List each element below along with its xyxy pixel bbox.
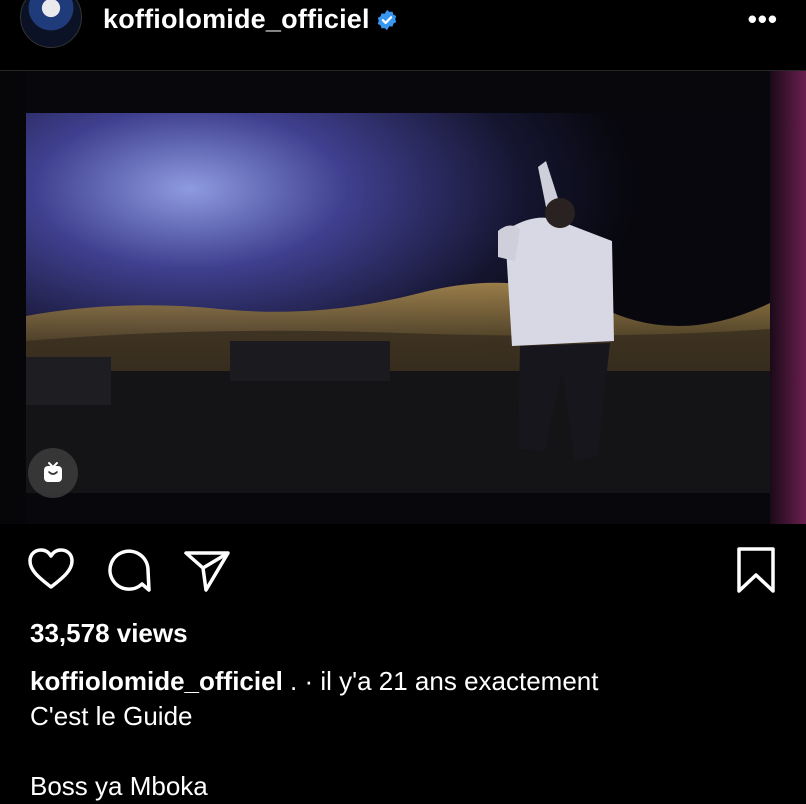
caption-first-line: koffiolomide_officiel . · il y'a 21 ans …: [30, 664, 598, 699]
send-icon: [184, 551, 230, 592]
post-actions: [0, 545, 806, 601]
post-caption: koffiolomide_officiel . · il y'a 21 ans …: [30, 664, 598, 804]
bookmark-icon: [737, 547, 775, 593]
caption-username[interactable]: koffiolomide_officiel: [30, 666, 283, 696]
caption-text: . · il y'a 21 ans exactement: [282, 666, 599, 696]
caption-line: [30, 734, 598, 769]
concert-video-frame: [0, 71, 806, 524]
reel-video[interactable]: [0, 71, 806, 524]
caption-line: C'est le Guide: [30, 701, 193, 731]
more-options-button[interactable]: •••: [748, 4, 778, 35]
view-count[interactable]: 33,578 views: [30, 618, 188, 649]
profile-avatar[interactable]: [20, 0, 82, 48]
reel-icon: [44, 462, 62, 482]
save-button[interactable]: [733, 545, 783, 597]
heart-icon: [28, 548, 74, 589]
post-username[interactable]: koffiolomide_officiel: [103, 4, 370, 35]
comment-icon: [108, 549, 151, 592]
share-button[interactable]: [182, 545, 232, 597]
caption-line: Boss ya Mboka: [30, 771, 208, 801]
comment-button[interactable]: [104, 545, 154, 597]
like-button[interactable]: [26, 545, 76, 597]
post-header: koffiolomide_officiel •••: [0, 0, 806, 71]
verified-badge-icon: [377, 9, 397, 31]
reel-badge[interactable]: [28, 448, 78, 498]
